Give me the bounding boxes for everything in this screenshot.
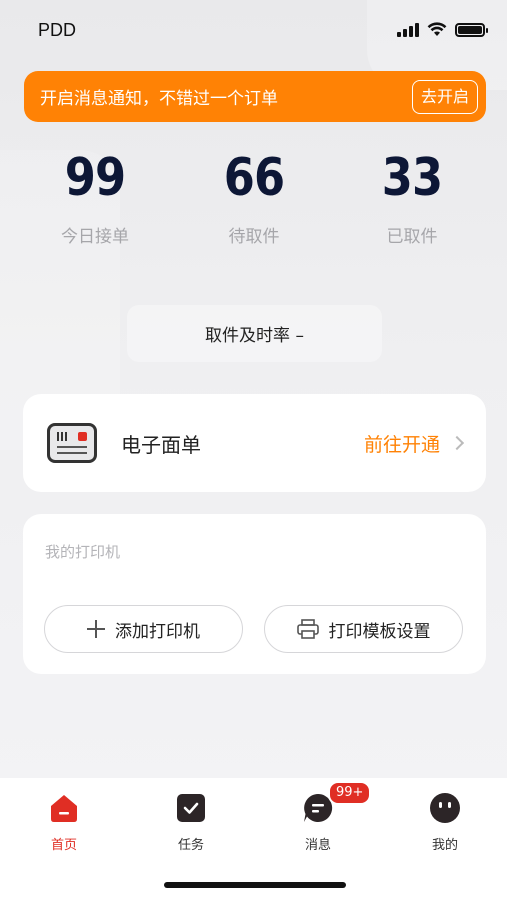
banner-text: 开启消息通知，不错过一个订单 bbox=[40, 89, 278, 109]
tab-label: 消息 bbox=[304, 838, 331, 853]
chevron-right-icon bbox=[449, 435, 465, 451]
ewaybill-title: 电子面单 bbox=[121, 432, 201, 457]
ewaybill-icon bbox=[47, 423, 97, 463]
stat-label: 已取件 bbox=[386, 227, 438, 247]
wifi-icon bbox=[427, 22, 447, 36]
stat-value: 33 bbox=[381, 148, 443, 208]
print-template-label: 打印模板设置 bbox=[328, 621, 431, 642]
signal-icon bbox=[397, 22, 419, 37]
profile-icon bbox=[429, 792, 461, 824]
tab-home[interactable]: 首页 bbox=[24, 792, 104, 853]
add-printer-label: 添加打印机 bbox=[115, 621, 200, 642]
carrier-label: PDD bbox=[38, 20, 77, 40]
stat-pending-pickup[interactable]: 66 待取件 bbox=[184, 148, 324, 247]
ewaybill-activate-link[interactable]: 前往开通 bbox=[364, 430, 440, 457]
task-icon bbox=[175, 792, 207, 824]
printer-card: 我的打印机 添加打印机 打印模板设置 bbox=[23, 514, 486, 674]
notification-banner[interactable]: 开启消息通知，不错过一个订单 去开启 bbox=[24, 71, 486, 122]
pickup-rate-pill: 取件及时率 – bbox=[127, 305, 382, 362]
stat-label: 今日接单 bbox=[61, 227, 129, 247]
battery-icon bbox=[455, 22, 488, 37]
tab-label: 任务 bbox=[177, 838, 204, 853]
tab-tasks[interactable]: 任务 bbox=[151, 792, 231, 853]
message-count-badge: 99+ bbox=[328, 781, 372, 805]
stat-value: 66 bbox=[223, 148, 285, 208]
print-template-settings-button[interactable]: 打印模板设置 bbox=[264, 605, 463, 653]
enable-notification-button[interactable]: 去开启 bbox=[411, 79, 478, 114]
status-bar: PDD bbox=[0, 0, 507, 62]
stat-label: 待取件 bbox=[228, 227, 280, 247]
printer-icon bbox=[296, 619, 319, 639]
ewaybill-card[interactable]: 电子面单 前往开通 bbox=[23, 394, 486, 492]
tab-profile[interactable]: 我的 bbox=[405, 792, 485, 853]
home-icon bbox=[48, 792, 80, 824]
printer-section-title: 我的打印机 bbox=[45, 543, 121, 561]
plus-icon bbox=[87, 620, 105, 638]
stats-panel: 99 今日接单 66 待取件 33 已取件 bbox=[0, 148, 507, 258]
tab-label: 首页 bbox=[50, 838, 77, 853]
stat-value: 99 bbox=[64, 148, 126, 208]
stat-picked-up[interactable]: 33 已取件 bbox=[342, 148, 482, 247]
stat-today-orders[interactable]: 99 今日接单 bbox=[25, 148, 165, 247]
status-icons bbox=[397, 22, 488, 37]
add-printer-button[interactable]: 添加打印机 bbox=[44, 605, 243, 653]
tab-label: 我的 bbox=[431, 838, 458, 853]
home-indicator bbox=[164, 882, 346, 888]
